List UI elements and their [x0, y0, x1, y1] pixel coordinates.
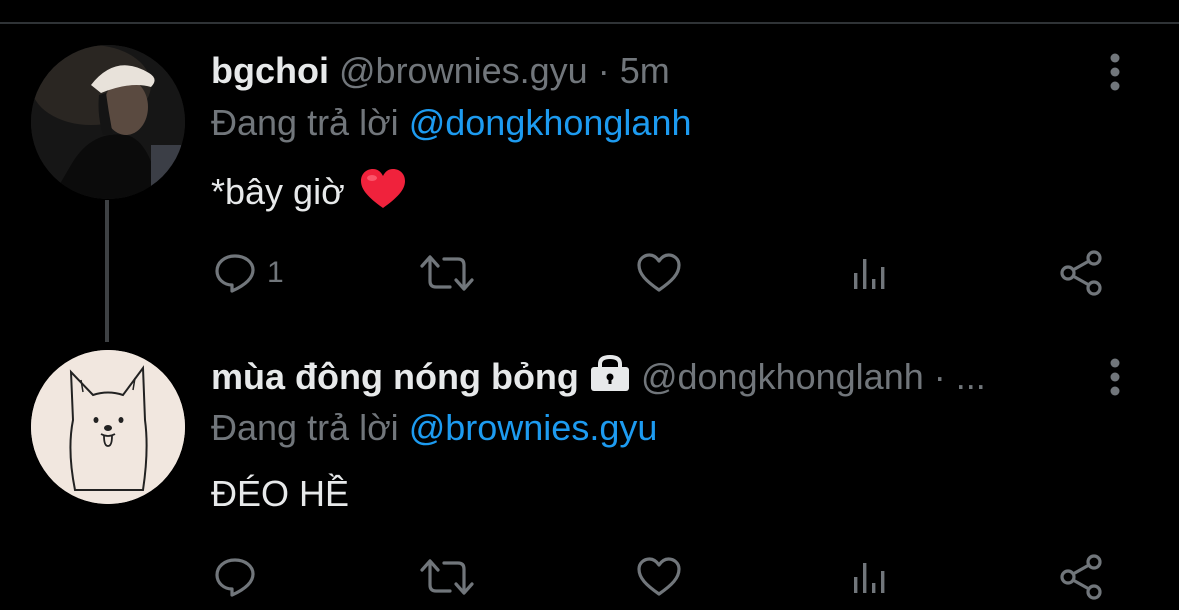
reply-count: 1	[267, 256, 284, 289]
replying-to: Đang trả lời @dongkhonglanh	[211, 102, 691, 144]
analytics-button[interactable]	[850, 552, 890, 602]
separator: ·	[933, 356, 946, 397]
tweet-text: *bây giờ	[211, 168, 407, 213]
tweet-header: bgchoi @brownies.gyu · 5m	[211, 50, 670, 92]
reply-prefix: Đang trả lời	[211, 102, 399, 143]
reply-prefix: Đang trả lời	[211, 407, 399, 448]
handle[interactable]: @dongkhonglanh	[641, 356, 924, 397]
timestamp[interactable]: 5m	[620, 50, 670, 91]
analytics-button[interactable]	[850, 248, 890, 298]
like-icon	[637, 253, 681, 292]
share-icon	[1060, 554, 1102, 600]
lock-icon	[590, 354, 629, 391]
reply-button[interactable]	[213, 552, 267, 602]
heart-emoji-icon	[360, 169, 405, 208]
reply-icon	[215, 254, 255, 293]
like-button[interactable]	[636, 248, 682, 298]
handle[interactable]: @brownies.gyu	[339, 50, 588, 91]
more-icon[interactable]	[1103, 52, 1127, 92]
retweet-icon	[420, 559, 474, 595]
reply-mention[interactable]: @brownies.gyu	[409, 407, 658, 448]
like-icon	[637, 557, 681, 596]
replying-to: Đang trả lời @brownies.gyu	[211, 407, 657, 449]
tweet-header: mùa đông nóng bỏng @dongkhonglanh · ...	[211, 354, 986, 398]
retweet-button[interactable]	[420, 248, 474, 298]
action-bar: 1	[0, 248, 1179, 298]
reply-button[interactable]: 1	[213, 248, 284, 298]
tweet[interactable]: mùa đông nóng bỏng @dongkhonglanh · ... …	[0, 345, 1179, 610]
analytics-icon	[854, 259, 885, 289]
separator: ·	[597, 50, 610, 91]
retweet-icon	[420, 255, 474, 291]
top-divider	[0, 22, 1179, 24]
action-bar	[0, 552, 1179, 602]
reply-icon	[215, 558, 255, 597]
share-button[interactable]	[1058, 248, 1104, 298]
display-name[interactable]: bgchoi	[211, 50, 329, 91]
share-button[interactable]	[1058, 552, 1104, 602]
tweet-body: ĐÉO HỀ	[211, 473, 350, 514]
like-button[interactable]	[636, 552, 682, 602]
avatar[interactable]	[31, 350, 185, 504]
timestamp[interactable]: ...	[956, 356, 986, 397]
retweet-button[interactable]	[420, 552, 474, 602]
share-icon	[1060, 250, 1102, 296]
photo-avatar-image	[31, 45, 185, 199]
analytics-icon	[854, 563, 885, 593]
tweet[interactable]: bgchoi @brownies.gyu · 5m Đang trả lời @…	[0, 40, 1179, 320]
display-name[interactable]: mùa đông nóng bỏng	[211, 356, 579, 397]
tweet-body: *bây giờ	[211, 171, 345, 212]
reply-mention[interactable]: @dongkhonglanh	[409, 102, 692, 143]
more-icon[interactable]	[1103, 357, 1127, 397]
avatar[interactable]	[31, 45, 185, 199]
tweet-text: ĐÉO HỀ	[211, 473, 349, 515]
dog-drawing-avatar-image	[31, 350, 185, 504]
